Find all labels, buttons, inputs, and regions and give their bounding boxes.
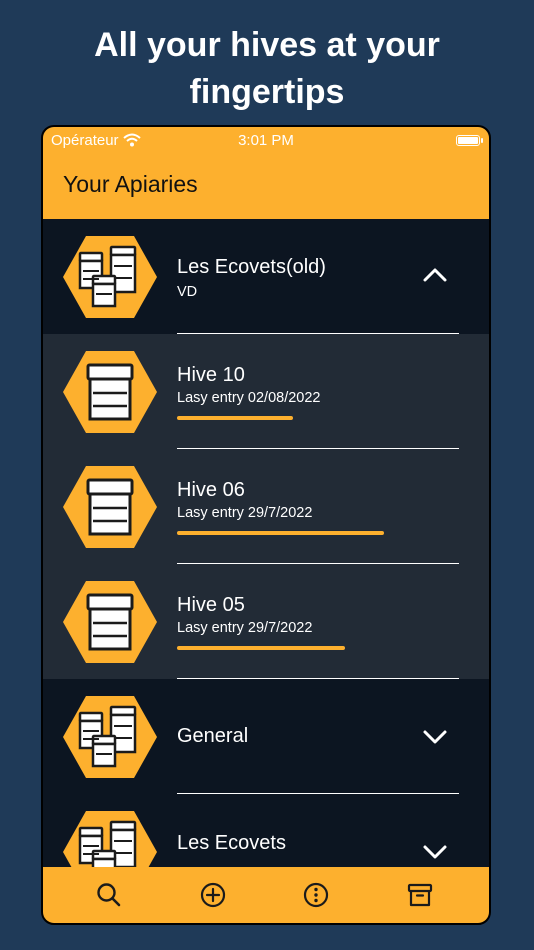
chevron-down-icon[interactable] [421, 843, 449, 861]
hive-last-entry: Lasy entry 02/08/2022 [177, 390, 321, 406]
hive-last-entry: Lasy entry 29/7/2022 [177, 620, 313, 636]
hive-icon [63, 581, 157, 663]
apiary-location: VD [177, 284, 198, 300]
hive-name: Hive 10 [177, 364, 245, 386]
apiary-row-les-ecovets-old[interactable]: Les Ecovets(old) VD [43, 219, 489, 334]
apiary-row-general[interactable]: General [43, 679, 489, 794]
headline-line-1: All your hives at your [94, 26, 440, 64]
apiary-name: General [177, 725, 249, 747]
apiary-hives-icon [63, 811, 157, 869]
status-bar: Opérateur 3:01 PM [43, 132, 489, 152]
navigation-bar: Opérateur 3:01 PM Your Apiaries [43, 127, 489, 219]
more-circle-icon[interactable] [301, 880, 331, 910]
apiary-name: Les Ecovets [177, 832, 286, 854]
hive-row-hive-10[interactable]: Hive 10 Lasy entry 02/08/2022 [43, 334, 489, 449]
promo-headline: All your hives at your fingertips [0, 22, 534, 116]
add-circle-icon[interactable] [198, 880, 228, 910]
search-icon[interactable] [94, 880, 124, 910]
apiary-name: Les Ecovets(old) [177, 256, 326, 278]
battery-icon [456, 135, 483, 146]
chevron-down-icon[interactable] [421, 728, 449, 746]
hive-progress-bar [177, 531, 384, 535]
hive-icon [63, 351, 157, 433]
page-title: Your Apiaries [63, 171, 198, 197]
hive-name: Hive 05 [177, 594, 245, 616]
hive-icon [63, 466, 157, 548]
hive-last-entry: Lasy entry 29/7/2022 [177, 505, 313, 521]
hive-progress-bar [177, 416, 293, 420]
hive-name: Hive 06 [177, 479, 245, 501]
apiary-hives-icon [63, 696, 157, 778]
apiary-hives-icon [63, 236, 157, 318]
status-time: 3:01 PM [238, 132, 294, 149]
apiary-list[interactable]: Les Ecovets(old) VD Hive 10 Lasy entry 0… [43, 219, 489, 869]
hive-row-hive-06[interactable]: Hive 06 Lasy entry 29/7/2022 [43, 449, 489, 564]
hive-progress-bar [177, 646, 345, 650]
apiary-row-les-ecovets[interactable]: Les Ecovets [43, 794, 489, 869]
archive-icon[interactable] [405, 880, 435, 910]
tab-bar [43, 867, 489, 923]
headline-line-2: fingertips [189, 73, 345, 111]
chevron-up-icon[interactable] [421, 265, 449, 283]
phone-screen: Opérateur 3:01 PM Your Apiaries Les Ecov… [41, 125, 491, 925]
hive-row-hive-05[interactable]: Hive 05 Lasy entry 29/7/2022 [43, 564, 489, 679]
